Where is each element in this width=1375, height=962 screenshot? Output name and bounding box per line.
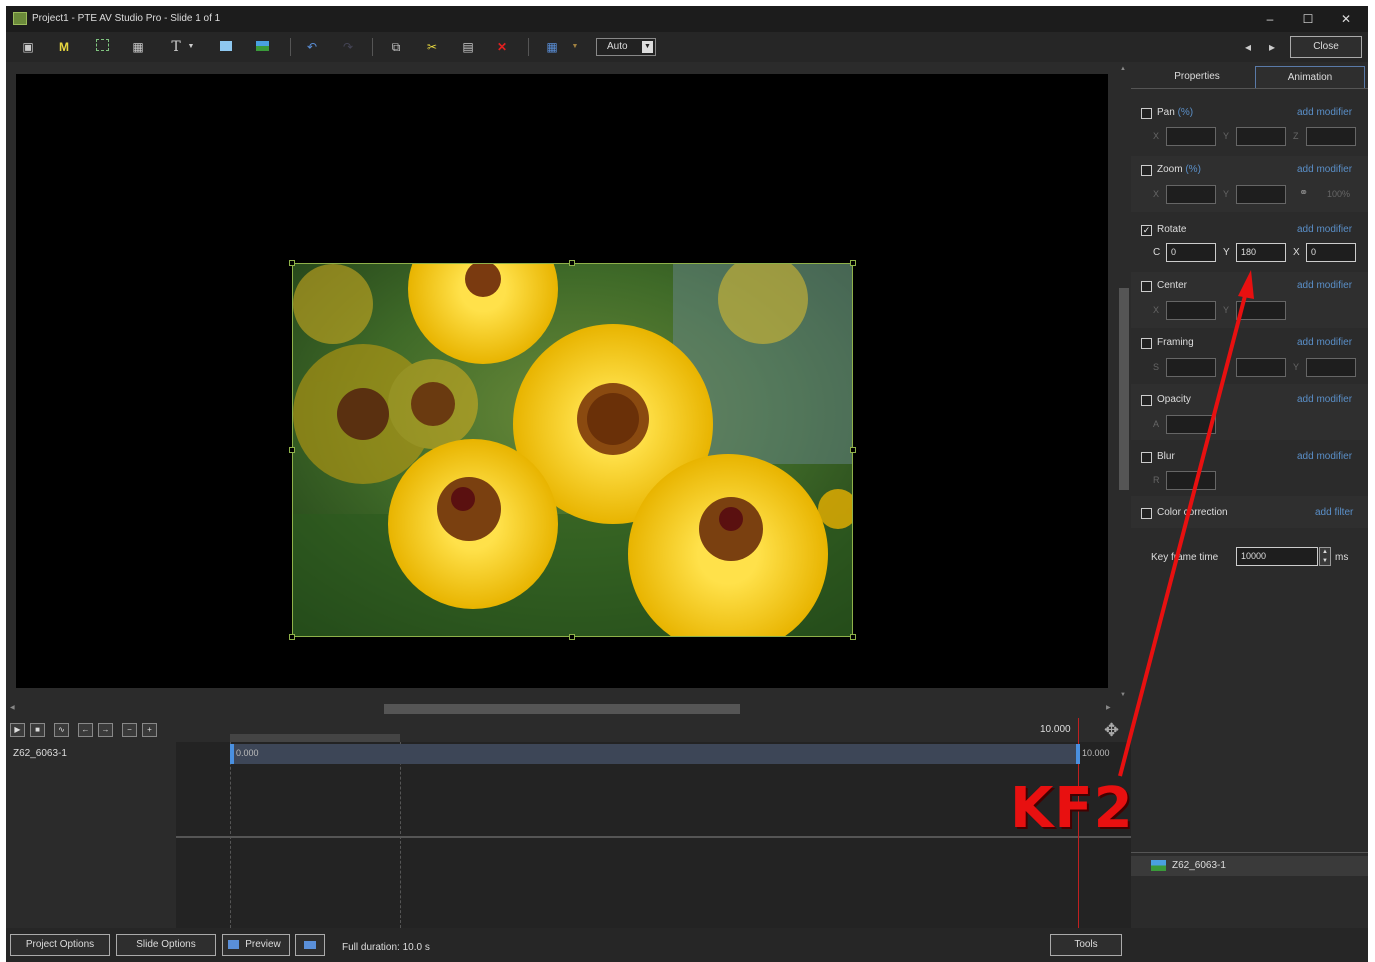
annotation-arrow xyxy=(1118,270,1254,777)
kf2-annotation-label: KF2 xyxy=(1010,776,1134,841)
